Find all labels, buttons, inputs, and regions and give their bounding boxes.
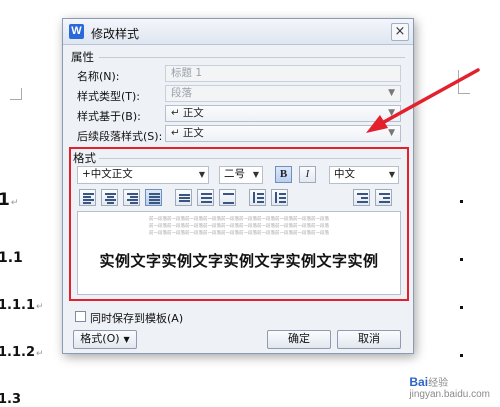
onehalf-spacing-button[interactable]: [197, 189, 214, 206]
style-type-value: 段落: [171, 87, 192, 99]
font-size-value: 二号: [224, 168, 245, 180]
modify-style-dialog: W 修改样式 × 属性 名称(N): 标题 1 样式类型(T): 段落 ▼ 样式…: [62, 18, 414, 354]
list-bullet: [460, 258, 463, 261]
watermark-brand: Bai: [409, 375, 429, 389]
chevron-down-icon: ▼: [388, 88, 395, 98]
dialog-title: 修改样式: [91, 27, 140, 41]
increase-indent-icon: [377, 190, 394, 205]
line-spacing-double-icon: [221, 190, 238, 205]
space-after-icon: [273, 190, 290, 205]
align-left-button[interactable]: [79, 189, 96, 206]
align-right-button[interactable]: [123, 189, 140, 206]
list-bullet: [460, 354, 463, 357]
space-before-icon: [251, 190, 268, 205]
watermark-brand-suffix: 经验: [428, 378, 449, 389]
preview-sample-text: 实例文字实例文字实例文字实例文字实例: [99, 252, 379, 270]
align-left-icon: [81, 190, 98, 205]
chevron-down-icon: ▼: [388, 170, 395, 179]
increase-indent-button[interactable]: [375, 189, 392, 206]
preview-previous-paragraph: 前一段落前一段落前一段落前一段落前一段落前一段落前一段落前一段落前一段落前一段落: [149, 224, 329, 229]
cancel-button[interactable]: 取消: [337, 330, 401, 349]
document-heading: 1↵: [0, 190, 19, 210]
chevron-down-icon: ▼: [252, 170, 259, 179]
page-corner-mark: [458, 70, 470, 94]
font-name-select[interactable]: +中文正文 ▼: [77, 166, 209, 184]
based-on-select[interactable]: ↵ 正文 ▼: [165, 105, 401, 122]
paragraph-return-icon: ↵: [171, 107, 180, 119]
style-type-label: 样式类型(T):: [77, 90, 141, 103]
watermark-url: jingyan.baidu.com: [409, 389, 490, 400]
dialog-titlebar[interactable]: W 修改样式 ×: [63, 19, 413, 45]
page-corner-mark: [10, 88, 22, 100]
language-select[interactable]: 中文 ▼: [329, 166, 399, 184]
font-name-value: +中文正文: [82, 168, 133, 180]
name-label: 名称(N):: [77, 70, 120, 83]
list-bullet: [460, 306, 463, 309]
italic-button[interactable]: I: [299, 166, 316, 183]
save-to-template-checkbox[interactable]: [75, 311, 86, 322]
close-button[interactable]: ×: [391, 23, 409, 41]
space-before-button[interactable]: [249, 189, 266, 206]
align-center-icon: [103, 190, 120, 205]
single-spacing-button[interactable]: [175, 189, 192, 206]
format-group-label: 格式: [73, 151, 96, 165]
based-on-value: 正文: [182, 107, 204, 119]
next-style-select[interactable]: ↵ 正文 ▼: [165, 125, 401, 142]
justify-button[interactable]: [145, 189, 162, 206]
font-size-select[interactable]: 二号 ▼: [219, 166, 263, 184]
preview-previous-paragraph: 前一段落前一段落前一段落前一段落前一段落前一段落前一段落前一段落前一段落前一段落: [149, 217, 329, 222]
based-on-label: 样式基于(B):: [77, 110, 141, 123]
next-style-value: 正文: [182, 127, 204, 139]
next-style-label: 后续段落样式(S):: [77, 130, 163, 143]
format-menu-label: 格式(O): [80, 332, 120, 345]
group-divider: [99, 158, 401, 159]
document-heading: 1.1: [0, 250, 23, 266]
language-value: 中文: [334, 168, 355, 180]
align-right-icon: [125, 190, 142, 205]
double-spacing-button[interactable]: [219, 189, 236, 206]
baidu-jingyan-watermark: Bai经验 jingyan.baidu.com: [409, 374, 490, 400]
name-value: 标题 1: [171, 67, 203, 79]
document-heading: 1.1.2↵: [0, 345, 44, 360]
line-spacing-single-icon: [177, 190, 194, 205]
list-bullet: [460, 200, 463, 203]
style-preview-pane: 前一段落前一段落前一段落前一段落前一段落前一段落前一段落前一段落前一段落前一段落…: [77, 211, 401, 295]
chevron-down-icon: ▼: [198, 170, 205, 179]
justify-icon: [147, 190, 164, 205]
ok-button[interactable]: 确定: [267, 330, 331, 349]
bold-button[interactable]: B: [275, 166, 292, 183]
save-to-template-label[interactable]: 同时保存到模板(A): [90, 310, 183, 326]
paragraph-return-icon: ↵: [171, 127, 180, 139]
decrease-indent-icon: [355, 190, 372, 205]
decrease-indent-button[interactable]: [353, 189, 370, 206]
chevron-down-icon: ▼: [388, 108, 395, 118]
document-heading: 1.3: [0, 392, 22, 407]
space-after-button[interactable]: [271, 189, 288, 206]
style-type-select[interactable]: 段落 ▼: [165, 85, 401, 102]
preview-previous-paragraph: 前一段落前一段落前一段落前一段落前一段落前一段落前一段落前一段落前一段落前一段落: [149, 231, 329, 236]
format-menu-button[interactable]: 格式(O) ▼: [73, 330, 137, 349]
chevron-down-icon: ▼: [388, 128, 395, 138]
line-spacing-onehalf-icon: [199, 190, 216, 205]
group-divider: [99, 57, 405, 58]
align-center-button[interactable]: [101, 189, 118, 206]
name-field[interactable]: 标题 1: [165, 65, 401, 82]
wps-app-icon: W: [69, 24, 84, 39]
properties-group-label: 属性: [71, 50, 94, 64]
chevron-down-icon: ▼: [123, 335, 130, 344]
document-heading: 1.1.1↵: [0, 298, 44, 313]
